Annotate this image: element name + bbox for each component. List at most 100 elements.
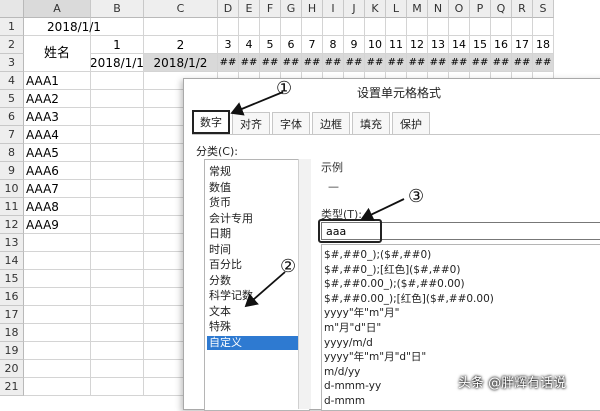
name-cell[interactable]: AAA6 [24, 162, 91, 180]
grid-cell[interactable] [491, 18, 512, 36]
grid-cell[interactable] [91, 234, 144, 252]
grid-cell[interactable] [24, 378, 91, 396]
column-header-f[interactable]: F [260, 0, 281, 18]
day-number-cell[interactable]: 10 [365, 36, 386, 54]
format-code-item[interactable]: yyyy/m/d [324, 336, 373, 350]
day-number-cell[interactable]: 8 [323, 36, 344, 54]
hash-cell[interactable]: ## [323, 54, 344, 72]
grid-cell[interactable] [91, 306, 144, 324]
grid-cell[interactable] [24, 360, 91, 378]
column-header-h[interactable]: H [302, 0, 323, 18]
grid-cell[interactable] [144, 18, 218, 36]
column-header-j[interactable]: J [344, 0, 365, 18]
day-number-cell[interactable]: 15 [470, 36, 491, 54]
column-header-l[interactable]: L [386, 0, 407, 18]
column-header-r[interactable]: R [512, 0, 533, 18]
column-header-q[interactable]: Q [491, 0, 512, 18]
day-number-cell[interactable]: 1 [91, 36, 144, 54]
row-header-13[interactable]: 13 [0, 234, 24, 252]
row-header-10[interactable]: 10 [0, 180, 24, 198]
day-number-cell[interactable]: 3 [218, 36, 239, 54]
grid-cell[interactable] [91, 288, 144, 306]
category-item[interactable]: 货币 [207, 196, 305, 210]
column-header-m[interactable]: M [407, 0, 428, 18]
day-number-cell[interactable]: 17 [512, 36, 533, 54]
day-number-cell[interactable]: 6 [281, 36, 302, 54]
grid-cell[interactable] [91, 378, 144, 396]
hash-cell[interactable]: ## [470, 54, 491, 72]
hash-cell[interactable]: ## [281, 54, 302, 72]
column-header-p[interactable]: P [470, 0, 491, 18]
grid-cell[interactable] [91, 108, 144, 126]
tab-4[interactable]: 填充 [352, 112, 390, 134]
row-header-7[interactable]: 7 [0, 126, 24, 144]
format-code-item[interactable]: d-mmm [324, 394, 365, 408]
grid-cell[interactable] [24, 306, 91, 324]
grid-cell[interactable] [470, 18, 491, 36]
name-cell[interactable]: AAA9 [24, 216, 91, 234]
category-scrollbar[interactable] [298, 159, 311, 409]
name-cell[interactable]: AAA4 [24, 126, 91, 144]
hash-cell[interactable]: ## [218, 54, 239, 72]
hash-cell[interactable]: ## [449, 54, 470, 72]
day-number-cell[interactable]: 18 [533, 36, 554, 54]
select-all-corner[interactable] [0, 0, 24, 18]
grid-cell[interactable] [344, 18, 365, 36]
format-code-item[interactable]: $#,##0.00_);($#,##0.00) [324, 277, 465, 291]
grid-cell[interactable] [365, 18, 386, 36]
hash-cell[interactable]: ## [386, 54, 407, 72]
column-header-a[interactable]: A [24, 0, 91, 18]
grid-cell[interactable] [24, 288, 91, 306]
cell-c3-date[interactable]: 2018/1/2 [144, 54, 218, 72]
grid-cell[interactable] [91, 252, 144, 270]
category-item[interactable]: 特殊 [207, 320, 305, 334]
grid-cell[interactable] [302, 18, 323, 36]
column-header-i[interactable]: I [323, 0, 344, 18]
day-number-cell[interactable]: 4 [239, 36, 260, 54]
hash-cell[interactable]: ## [365, 54, 386, 72]
name-cell[interactable]: AAA2 [24, 90, 91, 108]
grid-cell[interactable] [24, 252, 91, 270]
name-cell[interactable]: AAA3 [24, 108, 91, 126]
category-item[interactable]: 科学记数 [207, 289, 305, 303]
grid-cell[interactable] [24, 342, 91, 360]
grid-cell[interactable] [91, 180, 144, 198]
day-number-cell[interactable]: 5 [260, 36, 281, 54]
tab-2[interactable]: 字体 [272, 112, 310, 134]
category-item[interactable]: 时间 [207, 243, 305, 257]
column-header-o[interactable]: O [449, 0, 470, 18]
format-code-item[interactable]: m"月"d"日" [324, 321, 381, 335]
grid-cell[interactable] [281, 18, 302, 36]
format-code-item[interactable]: $#,##0.00_);[红色]($#,##0.00) [324, 292, 494, 306]
category-item[interactable]: 常规 [207, 165, 305, 179]
grid-cell[interactable] [449, 18, 470, 36]
hash-cell[interactable]: ## [302, 54, 323, 72]
column-header-g[interactable]: G [281, 0, 302, 18]
row-header-3[interactable]: 3 [0, 54, 24, 72]
column-header-b[interactable]: B [91, 0, 144, 18]
grid-cell[interactable] [260, 18, 281, 36]
row-header-11[interactable]: 11 [0, 198, 24, 216]
day-number-cell[interactable]: 9 [344, 36, 365, 54]
grid-cell[interactable] [91, 198, 144, 216]
type-input[interactable] [321, 222, 600, 240]
name-cell[interactable]: AAA8 [24, 198, 91, 216]
grid-cell[interactable] [407, 18, 428, 36]
category-item[interactable]: 数值 [207, 181, 305, 195]
column-header-k[interactable]: K [365, 0, 386, 18]
format-code-item[interactable]: d-mmm-yy [324, 379, 381, 393]
hash-cell[interactable]: ## [428, 54, 449, 72]
row-header-18[interactable]: 18 [0, 324, 24, 342]
category-item[interactable]: 日期 [207, 227, 305, 241]
grid-cell[interactable] [512, 18, 533, 36]
row-header-20[interactable]: 20 [0, 360, 24, 378]
tab-3[interactable]: 边框 [312, 112, 350, 134]
tab-1[interactable]: 对齐 [232, 112, 270, 134]
name-cell[interactable]: AAA5 [24, 144, 91, 162]
grid-cell[interactable] [323, 18, 344, 36]
grid-cell[interactable] [24, 324, 91, 342]
format-code-item[interactable]: yyyy"年"m"月"d"日" [324, 350, 426, 364]
grid-cell[interactable] [24, 270, 91, 288]
row-header-16[interactable]: 16 [0, 288, 24, 306]
row-header-21[interactable]: 21 [0, 378, 24, 396]
